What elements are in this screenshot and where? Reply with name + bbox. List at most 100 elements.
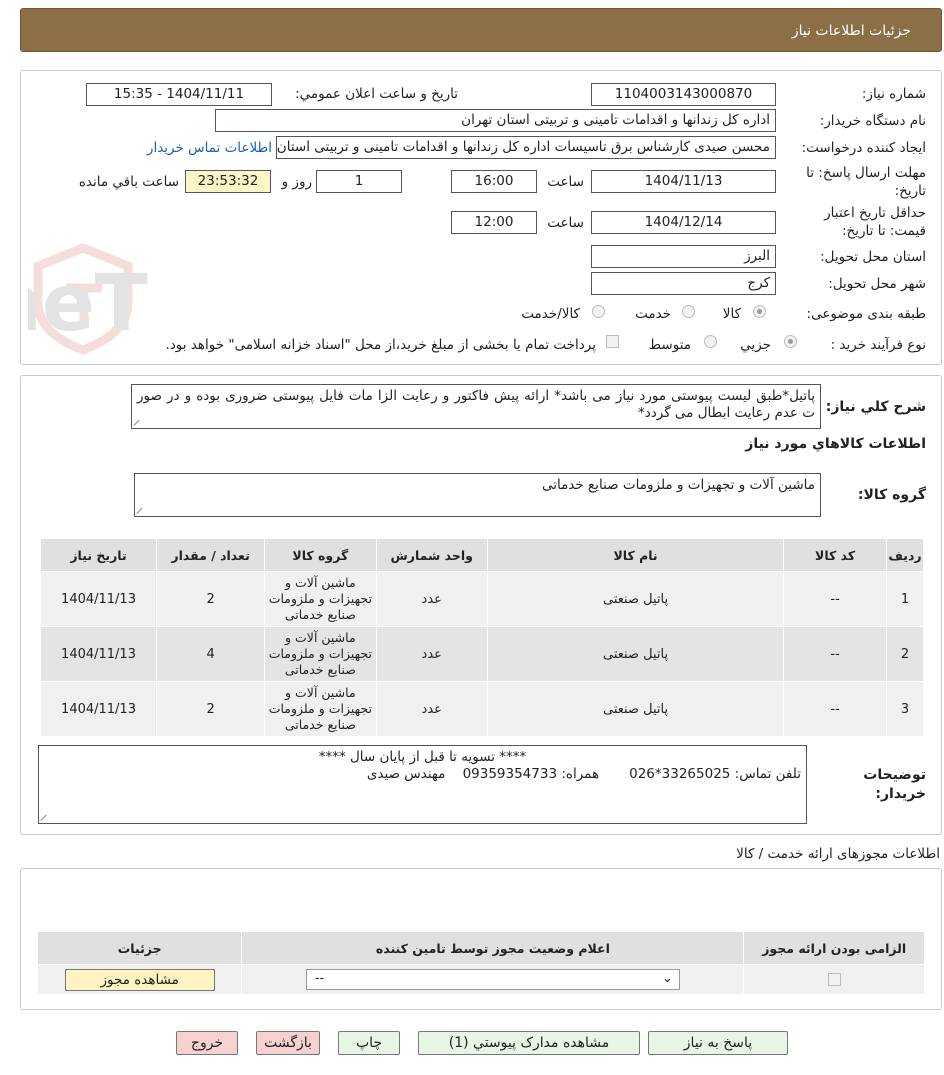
category-radio-both[interactable] bbox=[592, 305, 605, 318]
remaining-time-field: 23:53:32 bbox=[185, 170, 271, 193]
category-label: طبقه بندی موضوعی: bbox=[806, 306, 926, 322]
goods-section-title: اطلاعات کالاهاي مورد نیاز bbox=[745, 436, 926, 452]
row-qty: 4 bbox=[156, 626, 266, 682]
reply-button[interactable]: پاسخ به نیاز bbox=[648, 1031, 788, 1055]
process-radio-medium[interactable] bbox=[704, 335, 717, 348]
validity-date-field: 1404/12/14 bbox=[591, 211, 776, 234]
col-group: گروه کالا bbox=[264, 538, 377, 572]
description-label: شرح کلي نیاز: bbox=[825, 399, 926, 415]
table-row: 3 -- پاتیل صنعتی عدد ماشین آلات و تجهیزا… bbox=[39, 681, 924, 737]
process-option-medium: متوسط bbox=[648, 337, 691, 353]
goods-table: ردیف کد کالا نام کالا واحد شمارش گروه کا… bbox=[39, 538, 924, 737]
page-header: جزئیات اطلاعات نیاز bbox=[20, 8, 942, 52]
deadline-time-field: 16:00 bbox=[451, 170, 537, 193]
col-unit: واحد شمارش bbox=[375, 538, 488, 572]
process-label: نوع فرآیند خرید : bbox=[830, 337, 926, 353]
table-row: 2 -- پاتیل صنعتی عدد ماشین آلات و تجهیزا… bbox=[39, 626, 924, 682]
resize-grip-icon[interactable] bbox=[137, 506, 145, 514]
days-field: 1 bbox=[316, 170, 402, 193]
buyer-notes-label: توضیحات bbox=[863, 767, 926, 783]
row-unit: عدد bbox=[375, 626, 488, 682]
row-date: 1404/11/13 bbox=[39, 626, 158, 682]
days-label: روز و bbox=[281, 174, 312, 190]
col-details: جزئیات bbox=[36, 931, 243, 965]
payment-note: پرداخت تمام یا بخشی از مبلغ خرید،از محل … bbox=[165, 337, 596, 353]
deadline-label-2: تاریخ: bbox=[894, 183, 926, 199]
print-button[interactable]: چاپ bbox=[338, 1031, 400, 1055]
requester-field: محسن صیدی کارشناس برق تاسیسات اداره کل ز… bbox=[276, 136, 776, 159]
category-radio-service[interactable] bbox=[682, 305, 695, 318]
licenses-table: الزامی بودن ارائه مجوز اعلام وضعیت مجوز … bbox=[36, 931, 925, 995]
row-index: 2 bbox=[886, 626, 924, 682]
process-radio-small[interactable] bbox=[784, 335, 797, 348]
exit-button[interactable]: خروج bbox=[176, 1031, 238, 1055]
announce-label: تاریخ و ساعت اعلان عمومي: bbox=[295, 86, 458, 102]
resize-grip-icon[interactable] bbox=[134, 418, 142, 426]
license-status-cell: ⌄ -- bbox=[241, 964, 745, 995]
row-unit: عدد bbox=[375, 571, 488, 627]
attachments-button[interactable]: مشاهده مدارک پیوستي (1) bbox=[418, 1031, 640, 1055]
license-required-checkbox bbox=[827, 973, 841, 986]
announce-field: 1404/11/11 - 15:35 bbox=[86, 83, 272, 106]
process-option-small: جزیي bbox=[740, 337, 771, 353]
license-required-cell bbox=[743, 964, 925, 995]
description-textarea[interactable]: پاتیل*طبق لیست پیوستی مورد نیاز می باشد*… bbox=[131, 384, 821, 429]
page-title: جزئیات اطلاعات نیاز bbox=[791, 23, 911, 39]
buyer-notes-line1: **** تسویه تا قبل از پایان سال **** bbox=[318, 749, 527, 765]
col-name: نام کالا bbox=[486, 538, 785, 572]
category-radio-goods[interactable] bbox=[753, 305, 766, 318]
licenses-section-title: اطلاعات مجوزهای ارائه خدمت / کالا bbox=[736, 846, 940, 862]
row-code: -- bbox=[783, 626, 888, 682]
row-group: ماشین آلات و تجهیزات و ملزومات صنایع خدم… bbox=[264, 626, 377, 682]
description-text: پاتیل*طبق لیست پیوستی مورد نیاز می باشد*… bbox=[137, 388, 815, 421]
treasury-checkbox[interactable] bbox=[606, 335, 619, 348]
table-row: 1 -- پاتیل صنعتی عدد ماشین آلات و تجهیزا… bbox=[39, 571, 924, 627]
col-index: ردیف bbox=[886, 538, 924, 572]
row-unit: عدد bbox=[375, 681, 488, 737]
license-status-select[interactable]: ⌄ -- bbox=[305, 969, 680, 990]
row-qty: 2 bbox=[156, 681, 266, 737]
resize-grip-icon[interactable] bbox=[41, 813, 49, 821]
validity-time-field: 12:00 bbox=[451, 211, 537, 234]
goods-group-text: ماشین آلات و تجهیزات و ملزومات صنایع خدم… bbox=[541, 477, 815, 493]
row-code: -- bbox=[783, 681, 888, 737]
city-label: شهر محل تحویل: bbox=[828, 276, 926, 292]
goods-group-label: گروه کالا: bbox=[857, 487, 926, 503]
row-date: 1404/11/13 bbox=[39, 681, 158, 737]
buyer-notes-label-2: خریدار: bbox=[875, 786, 926, 802]
col-status: اعلام وضعیت مجوز توسط تامین کننده bbox=[241, 931, 745, 965]
row-name: پاتیل صنعتی bbox=[486, 626, 785, 682]
city-field: کرج bbox=[591, 272, 776, 295]
goods-group-textarea[interactable]: ماشین آلات و تجهیزات و ملزومات صنایع خدم… bbox=[134, 473, 821, 517]
col-code: کد کالا bbox=[783, 538, 888, 572]
row-code: -- bbox=[783, 571, 888, 627]
row-index: 1 bbox=[886, 571, 924, 627]
license-status-value: -- bbox=[314, 971, 325, 986]
row-name: پاتیل صنعتی bbox=[486, 571, 785, 627]
buyer-notes-line2: تلفن تماس: 33265025*026 همراه: 093593547… bbox=[366, 766, 801, 782]
watermark-text: AriaTender.neT bbox=[28, 259, 148, 349]
col-date: تاریخ نیاز bbox=[39, 538, 158, 572]
need-number-field: 1104003143000870 bbox=[591, 83, 776, 106]
col-required: الزامی بودن ارائه مجوز bbox=[743, 931, 925, 965]
licenses-table-header: الزامی بودن ارائه مجوز اعلام وضعیت مجوز … bbox=[36, 931, 925, 965]
license-row: ⌄ -- مشاهده مجوز bbox=[36, 964, 925, 995]
validity-label: حداقل تاریخ اعتبار bbox=[824, 205, 926, 221]
back-button[interactable]: بازگشت bbox=[256, 1031, 320, 1055]
row-index: 3 bbox=[886, 681, 924, 737]
remaining-label: ساعت باقي مانده bbox=[78, 174, 179, 190]
row-qty: 2 bbox=[156, 571, 266, 627]
chevron-down-icon: ⌄ bbox=[661, 971, 673, 986]
province-label: استان محل تحویل: bbox=[820, 249, 926, 265]
buyer-notes-textarea[interactable]: **** تسویه تا قبل از پایان سال **** تلفن… bbox=[38, 745, 807, 824]
goods-table-header: ردیف کد کالا نام کالا واحد شمارش گروه کا… bbox=[39, 538, 924, 572]
buyer-contact-link[interactable]: اطلاعات تماس خریدار bbox=[147, 140, 272, 156]
validity-label-2: قیمت: تا تاریخ: bbox=[842, 223, 926, 239]
license-details-cell: مشاهده مجوز bbox=[36, 964, 243, 995]
buyer-org-label: نام دستگاه خریدار: bbox=[819, 113, 926, 129]
view-license-button[interactable]: مشاهده مجوز bbox=[64, 968, 215, 991]
category-option-both: کالا/خدمت bbox=[521, 306, 580, 322]
deadline-date-field: 1404/11/13 bbox=[591, 170, 776, 193]
category-option-goods: کالا bbox=[722, 306, 741, 322]
col-qty: تعداد / مقدار bbox=[156, 538, 266, 572]
